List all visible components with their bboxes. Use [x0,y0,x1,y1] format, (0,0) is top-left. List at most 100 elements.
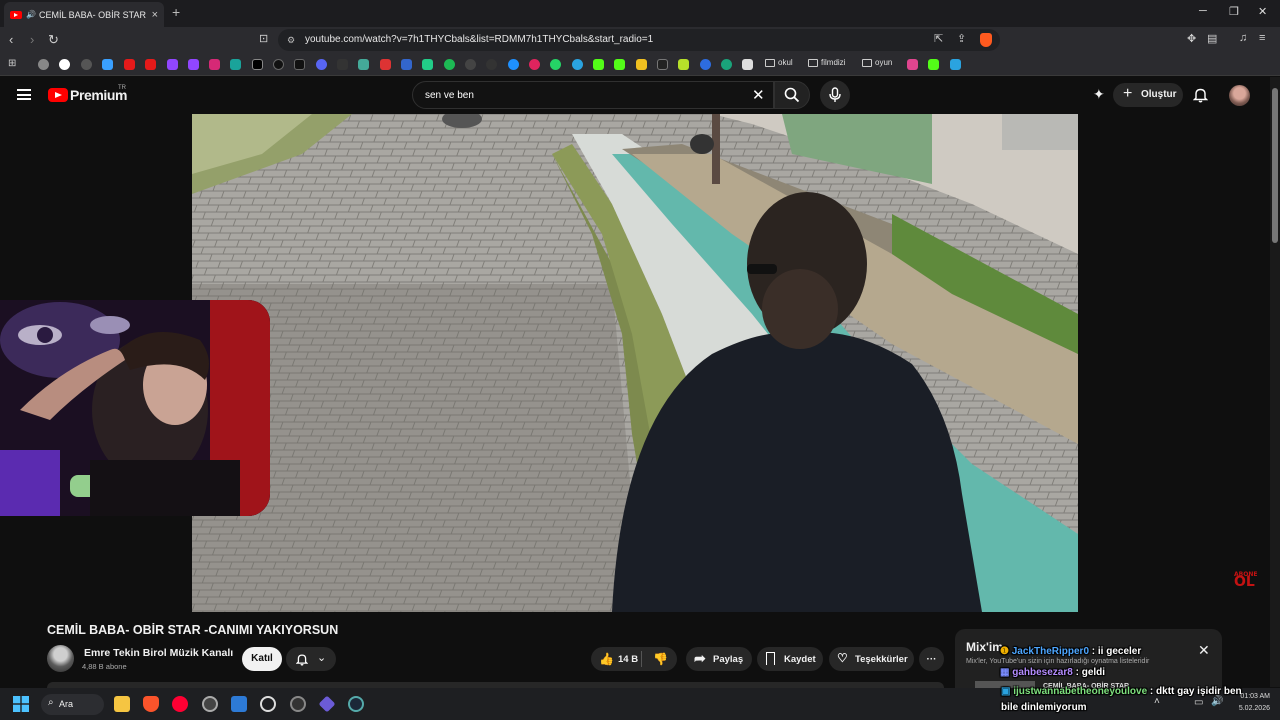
whatsapp-icon[interactable] [550,59,561,70]
bookmark-icon[interactable] [230,59,241,70]
tiktok-icon[interactable] [273,59,284,70]
youtube-logo-icon[interactable] [48,88,68,102]
save-button[interactable]: Kaydet [757,647,823,671]
bookmark-icon[interactable] [486,59,497,70]
volume-icon[interactable]: 🔊 [1211,696,1223,707]
join-button[interactable]: Katıl [242,647,282,671]
folder-filmdizi[interactable]: filmdizi [808,58,845,67]
like-icon[interactable]: 👍 [599,652,614,666]
create-button[interactable]: + Oluştur [1113,83,1183,107]
browser-tab[interactable]: 🔊 CEMİL BABA- OBİR STAR -CA × [4,2,164,27]
forward-icon[interactable]: › [30,32,34,47]
scrollbar-thumb[interactable] [1272,88,1278,243]
chatgpt-icon[interactable] [81,59,92,70]
kick-icon[interactable] [337,59,348,70]
account-avatar[interactable] [1229,85,1250,106]
twitch-icon[interactable] [167,59,178,70]
photos-icon[interactable] [231,696,247,712]
tab-close-icon[interactable]: × [152,9,158,21]
clear-search-icon[interactable]: ✕ [752,86,765,104]
bookmark-icon[interactable] [529,59,540,70]
bookmark-icon[interactable] [700,59,711,70]
discord-icon[interactable] [316,59,327,70]
bookmark-icon[interactable] [465,59,476,70]
new-tab-button[interactable]: + [172,4,180,20]
steam-icon[interactable] [348,696,364,712]
folder-okul[interactable]: okul [765,58,793,67]
kick-icon[interactable] [614,59,625,70]
spotify-icon[interactable] [444,59,455,70]
bookmark-icon[interactable] [742,59,753,70]
audio-playing-icon[interactable]: 🔊 [26,10,36,19]
bookmark-icon[interactable] [401,59,412,70]
minimize-button[interactable]: ─ [1199,5,1207,17]
channel-name[interactable]: Emre Tekin Birol Müzik Kanalı [84,647,233,659]
file-explorer-icon[interactable] [114,696,130,712]
app-icon[interactable] [290,696,306,712]
subscription-bell-button[interactable]: ⌄ [286,647,336,671]
brave-shield-icon[interactable] [980,33,992,47]
tiktok-icon[interactable] [294,59,305,70]
bookmark-icon[interactable] [721,59,732,70]
google-icon[interactable] [59,59,70,70]
share-button[interactable]: ➦ Paylaş [686,647,752,671]
drive-icon[interactable] [422,59,433,70]
menu-icon[interactable]: ≡ [1259,32,1265,44]
site-info-icon[interactable]: ⚙ [287,35,295,46]
chat-username: gahbesezar8 [1012,667,1073,678]
search-input[interactable]: sen ve ben [412,81,774,109]
restore-button[interactable]: ❐ [1229,5,1239,18]
dislike-icon[interactable]: 👎 [653,652,668,666]
telegram-icon[interactable] [572,59,583,70]
app-icon[interactable] [202,696,218,712]
like-count[interactable]: 14 B [618,654,638,665]
open-external-icon[interactable]: ⇱ [934,32,943,45]
extensions-icon[interactable]: ✥ [1187,32,1196,45]
search-button[interactable] [774,81,810,109]
channel-avatar[interactable] [47,645,74,672]
hamburger-menu-icon[interactable] [17,89,31,100]
twitch-icon[interactable] [188,59,199,70]
bookmark-icon[interactable] [380,59,391,70]
bookmark-icon[interactable] [358,59,369,70]
sidebar-icon[interactable]: ▤ [1207,32,1217,45]
video-player[interactable] [192,114,1078,612]
x-icon[interactable] [252,59,263,70]
bookmark-icon[interactable] [102,59,113,70]
app-icon[interactable] [260,696,276,712]
youtube-bookmark-icon[interactable] [124,59,135,70]
share-icon[interactable]: ⇪ [957,32,966,45]
network-icon[interactable]: ▭ [1194,697,1203,708]
instagram-icon[interactable] [209,59,220,70]
bookmark-icon[interactable] [657,59,668,70]
more-actions-button[interactable]: ··· [919,647,944,671]
sparkle-icon[interactable]: ✦ [1093,86,1105,103]
back-icon[interactable]: ‹ [9,32,13,47]
reload-icon[interactable]: ↻ [48,32,59,48]
bookmark-icon[interactable]: ⊡ [259,32,268,45]
url-field[interactable]: youtube.com/watch?v=7h1THYCbals&list=RDM… [278,29,1000,51]
media-icon[interactable]: ♫ [1239,32,1247,44]
kick-icon[interactable] [593,59,604,70]
close-window-button[interactable]: ✕ [1258,5,1267,18]
folder-oyun[interactable]: oyun [862,58,892,67]
youtube-music-icon[interactable] [145,59,156,70]
windows-start-icon[interactable] [13,696,29,712]
apps-grid-icon[interactable]: ⊞ [8,58,16,69]
voice-search-button[interactable] [820,80,850,110]
thanks-button[interactable]: ♡ Teşekkürler [829,647,914,671]
taskbar-search[interactable]: ⌕ Ara [41,694,104,715]
bookmark-icon[interactable] [678,59,689,70]
youtube-music-icon[interactable] [172,696,188,712]
history-icon[interactable] [38,59,49,70]
bookmark-icon[interactable] [950,59,961,70]
bookmark-icon[interactable] [508,59,519,70]
close-panel-icon[interactable]: ✕ [1198,642,1210,659]
brave-browser-icon[interactable] [143,696,159,712]
bookmark-icon[interactable] [907,59,918,70]
tray-chevron-icon[interactable]: ˄ [1154,696,1160,707]
kick-icon[interactable] [928,59,939,70]
taskbar-clock[interactable]: 01:03 AM 5.02.2026 [1232,693,1270,712]
bookmark-icon[interactable] [636,59,647,70]
notifications-bell-icon[interactable] [1193,87,1208,103]
